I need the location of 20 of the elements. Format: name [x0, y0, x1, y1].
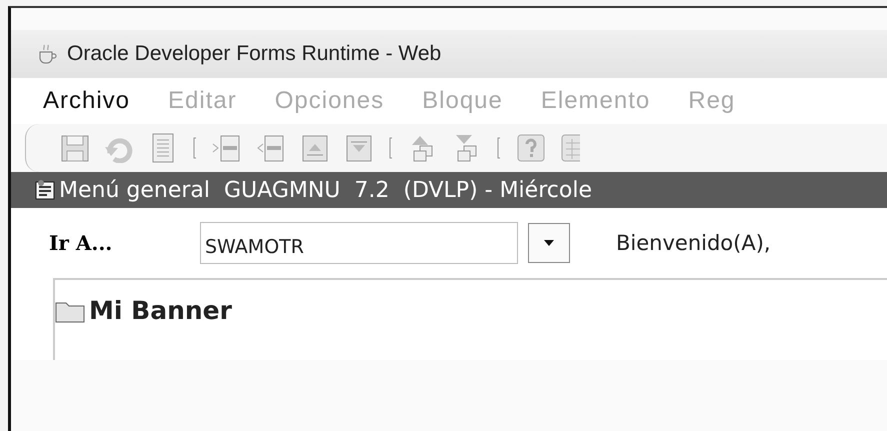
caret-icon — [543, 239, 555, 247]
table-icon[interactable] — [560, 133, 580, 163]
goto-field[interactable]: SWAMOTR — [200, 222, 518, 264]
menu-item[interactable]: Archivo — [43, 87, 130, 115]
page-up-icon[interactable] — [300, 133, 330, 163]
save-icon[interactable] — [60, 133, 90, 163]
dropdown-button[interactable] — [528, 223, 570, 263]
toolbar-separator-icon — [496, 136, 502, 160]
page-down-icon[interactable] — [344, 133, 374, 163]
banner-label[interactable]: Mi Banner — [89, 296, 232, 325]
previous-page-icon[interactable] — [256, 133, 286, 163]
welcome-text: Bienvenido(A), — [616, 231, 771, 255]
toolbar-separator-icon — [192, 136, 198, 160]
toolbar-separator-icon — [388, 136, 394, 160]
next-page-icon[interactable] — [212, 133, 242, 163]
form-icon — [35, 179, 57, 201]
help-icon[interactable] — [516, 133, 546, 163]
window-title: Oracle Developer Forms Runtime - Web — [67, 42, 442, 66]
goto-label: Ir A... — [48, 231, 114, 255]
form-title: Menú general GUAGMNU 7.2 (DVLP) - Miércole — [59, 178, 592, 202]
